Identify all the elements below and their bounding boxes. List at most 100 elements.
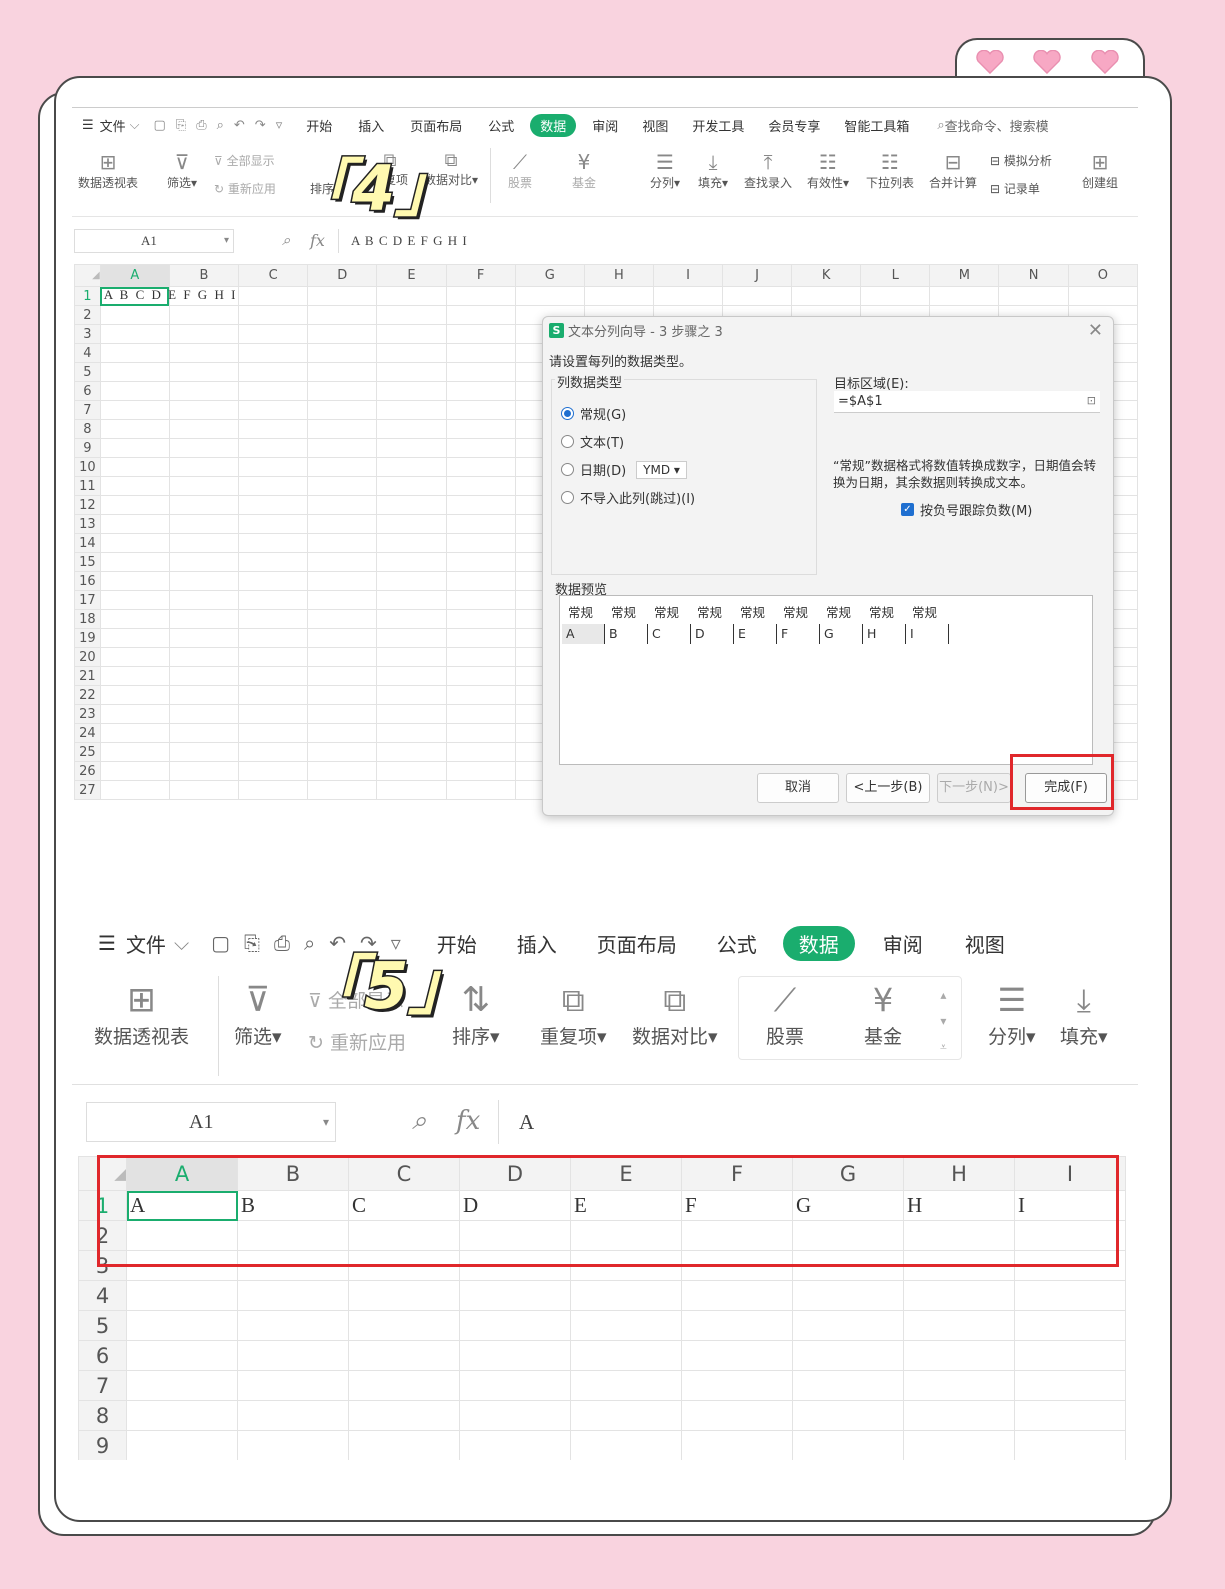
cell[interactable] xyxy=(99,457,170,477)
cell[interactable] xyxy=(376,647,447,667)
cell[interactable] xyxy=(376,286,447,306)
row-header[interactable]: 11 xyxy=(74,476,101,496)
cell[interactable] xyxy=(570,1340,682,1371)
cell[interactable] xyxy=(307,476,378,496)
cell[interactable] xyxy=(168,571,240,591)
cell[interactable] xyxy=(570,1430,682,1460)
cell[interactable] xyxy=(307,419,378,439)
cell[interactable] xyxy=(445,647,516,667)
cell[interactable] xyxy=(681,1430,793,1460)
cell[interactable] xyxy=(168,514,240,534)
cell[interactable] xyxy=(681,1310,793,1341)
cell[interactable] xyxy=(238,571,309,591)
cell[interactable] xyxy=(1014,1310,1126,1341)
cell[interactable] xyxy=(445,457,516,477)
column-header[interactable]: H xyxy=(583,264,655,287)
cell[interactable] xyxy=(168,533,240,553)
cell[interactable] xyxy=(307,704,378,724)
cell[interactable] xyxy=(1014,1370,1126,1401)
cell[interactable] xyxy=(238,533,309,553)
cell[interactable] xyxy=(376,666,447,686)
pivot-table-button[interactable]: ⊞ 数据透视表 xyxy=(94,978,189,1049)
cell[interactable] xyxy=(1067,286,1138,306)
column-header[interactable]: L xyxy=(860,264,931,287)
cell[interactable] xyxy=(238,628,309,648)
cell[interactable] xyxy=(570,1280,682,1311)
cell[interactable] xyxy=(681,1280,793,1311)
cell[interactable] xyxy=(348,1400,460,1431)
cell[interactable] xyxy=(653,286,724,306)
cell[interactable] xyxy=(168,780,240,800)
cell[interactable] xyxy=(168,742,240,762)
cell[interactable] xyxy=(238,457,309,477)
cell[interactable] xyxy=(860,286,931,306)
cell[interactable] xyxy=(681,1340,793,1371)
row-header[interactable]: 5 xyxy=(78,1310,127,1341)
reapply-button[interactable]: ↻ 重新应用 xyxy=(214,180,276,197)
cell[interactable] xyxy=(376,723,447,743)
cell[interactable] xyxy=(99,628,170,648)
range-picker-icon[interactable]: ⊡ xyxy=(1087,394,1096,407)
cell[interactable] xyxy=(307,666,378,686)
cell[interactable] xyxy=(459,1430,571,1460)
stock-button[interactable]: ⟋ 股票 xyxy=(508,150,532,191)
row-header[interactable]: 12 xyxy=(74,495,101,515)
row-header[interactable]: 21 xyxy=(74,666,101,686)
filter-button[interactable]: ⊽ 筛选▾ xyxy=(234,978,282,1049)
cell[interactable] xyxy=(168,723,240,743)
cell[interactable] xyxy=(99,324,170,344)
cell[interactable] xyxy=(903,1310,1015,1341)
cell[interactable] xyxy=(238,343,309,363)
cell[interactable] xyxy=(126,1310,238,1341)
cell[interactable] xyxy=(792,1370,904,1401)
name-box[interactable]: A1 ▾ xyxy=(86,1102,336,1142)
show-all-button[interactable]: ⊽ 全部显示 xyxy=(214,152,275,169)
cell[interactable] xyxy=(238,286,309,306)
cell[interactable] xyxy=(238,647,309,667)
cell[interactable] xyxy=(99,381,170,401)
row-header[interactable]: 14 xyxy=(74,533,101,553)
gallery-scroll[interactable]: ▴ ▾ ⩡ xyxy=(940,982,947,1060)
cell[interactable] xyxy=(445,780,516,800)
cell[interactable] xyxy=(237,1430,349,1460)
cell[interactable] xyxy=(376,514,447,534)
tab-insert[interactable]: 插入 xyxy=(358,116,384,135)
cell[interactable] xyxy=(238,723,309,743)
zoom-icon[interactable]: ⌕ xyxy=(412,1106,427,1137)
cell[interactable] xyxy=(238,609,309,629)
cell[interactable] xyxy=(168,476,240,496)
cell[interactable] xyxy=(376,324,447,344)
row-header[interactable]: 6 xyxy=(78,1340,127,1371)
cell[interactable] xyxy=(168,343,240,363)
menu-file[interactable]: 文件 xyxy=(100,116,126,135)
column-header[interactable]: K xyxy=(791,264,862,287)
cell[interactable] xyxy=(307,628,378,648)
cell[interactable] xyxy=(307,438,378,458)
cell[interactable] xyxy=(307,685,378,705)
cell[interactable] xyxy=(570,1400,682,1431)
tab-formula[interactable]: 公式 xyxy=(488,116,514,135)
cell[interactable] xyxy=(238,400,309,420)
cell[interactable] xyxy=(168,324,240,344)
cell[interactable] xyxy=(168,647,240,667)
cell[interactable] xyxy=(99,780,170,800)
cell[interactable] xyxy=(376,381,447,401)
row-header[interactable]: 8 xyxy=(74,419,101,439)
cell[interactable] xyxy=(1014,1340,1126,1371)
cell[interactable] xyxy=(722,286,793,306)
cell[interactable] xyxy=(168,704,240,724)
column-header[interactable]: N xyxy=(998,264,1069,287)
column-header[interactable]: A xyxy=(99,264,170,287)
cell[interactable] xyxy=(168,438,240,458)
cell[interactable] xyxy=(168,590,240,610)
cell[interactable] xyxy=(514,286,585,306)
cell[interactable] xyxy=(681,1370,793,1401)
cell[interactable] xyxy=(445,704,516,724)
row-header[interactable]: 2 xyxy=(74,305,101,325)
menu-icon[interactable]: ☰ xyxy=(82,118,94,133)
cell[interactable] xyxy=(168,381,240,401)
row-header[interactable]: 18 xyxy=(74,609,101,629)
cell[interactable] xyxy=(376,438,447,458)
cell[interactable] xyxy=(376,761,447,781)
cell[interactable] xyxy=(238,514,309,534)
